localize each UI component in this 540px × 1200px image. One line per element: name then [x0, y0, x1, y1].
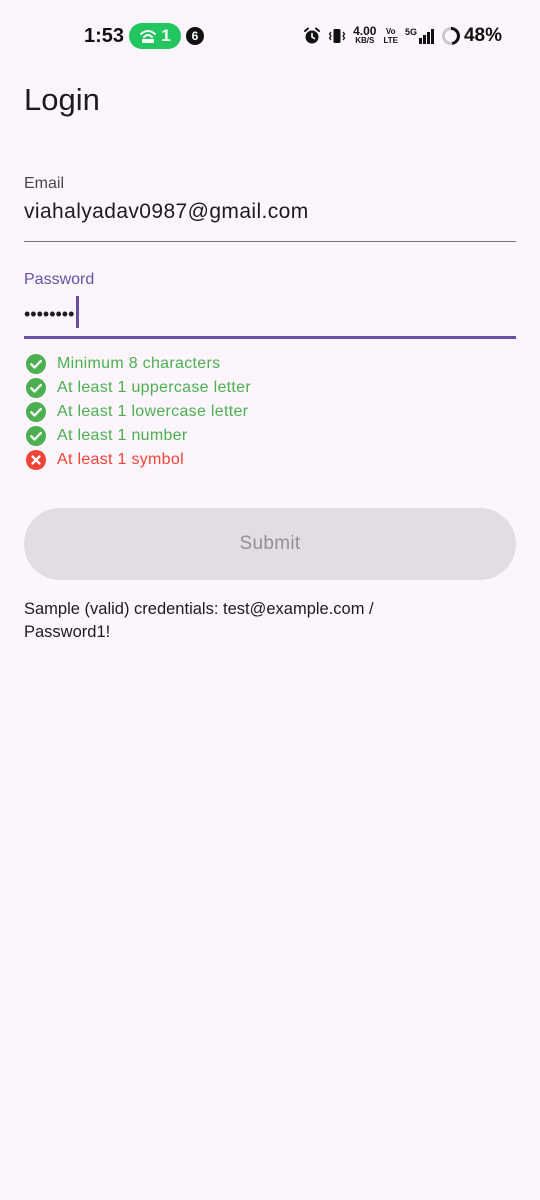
battery-icon: [441, 26, 461, 46]
password-masked-value: ••••••••: [24, 304, 75, 324]
password-rule-text: Minimum 8 characters: [57, 355, 221, 372]
hotspot-icon: [139, 28, 157, 44]
status-time: 1:53: [84, 25, 125, 47]
password-rule: At least 1 lowercase letter: [24, 400, 516, 424]
battery-percent: 48%: [463, 25, 502, 46]
status-icons: 4.00 KB/S Vo LTE 5G 48%: [303, 22, 502, 50]
password-rule: At least 1 symbol: [24, 448, 516, 472]
hotspot-chip[interactable]: 1: [129, 23, 181, 49]
password-rule: At least 1 uppercase letter: [24, 376, 516, 400]
notification-count-badge: 6: [186, 27, 204, 45]
hotspot-count: 1: [161, 26, 171, 45]
volte-bottom: LTE: [383, 36, 398, 45]
password-rule: Minimum 8 characters: [24, 352, 516, 376]
volte-indicator: Vo LTE: [383, 27, 398, 45]
password-field[interactable]: Password ••••••••: [24, 270, 516, 340]
volte-top: Vo: [385, 27, 396, 36]
vibrate-icon: [328, 27, 346, 45]
text-cursor: [76, 296, 80, 328]
error-circle-icon: [24, 449, 57, 471]
email-field[interactable]: Email viahalyadav0987@gmail.com: [24, 174, 516, 244]
check-circle-icon: [24, 401, 57, 423]
network-speed: 4.00 KB/S: [353, 24, 377, 45]
network-type: 5G: [404, 27, 417, 37]
password-label: Password: [24, 271, 95, 288]
password-rule: At least 1 number: [24, 424, 516, 448]
status-bar: 1:53 1 6 4.00 KB/S Vo LTE 5G 48%: [0, 0, 540, 72]
password-rule-text: At least 1 uppercase letter: [57, 379, 251, 396]
password-rule-text: At least 1 lowercase letter: [57, 403, 249, 420]
check-circle-icon: [24, 353, 57, 375]
signal-icon: 5G: [405, 28, 434, 44]
password-rule-text: At least 1 symbol: [57, 451, 184, 468]
submit-button[interactable]: Submit: [24, 508, 516, 580]
alarm-icon: [303, 27, 321, 45]
password-underline-focused: [24, 336, 516, 339]
network-speed-unit: KB/S: [355, 36, 375, 45]
sample-credentials-hint: Sample (valid) credentials: test@example…: [24, 600, 374, 641]
email-underline: [24, 241, 516, 242]
network-speed-value: 4.00: [353, 24, 377, 38]
password-requirements-list: Minimum 8 characters At least 1 uppercase…: [24, 352, 516, 472]
check-circle-icon: [24, 425, 57, 447]
password-input[interactable]: ••••••••: [24, 296, 80, 328]
check-circle-icon: [24, 377, 57, 399]
email-label: Email: [24, 175, 65, 192]
password-rule-text: At least 1 number: [57, 427, 188, 444]
email-input[interactable]: viahalyadav0987@gmail.com: [24, 198, 309, 226]
page-title: Login: [24, 82, 100, 117]
